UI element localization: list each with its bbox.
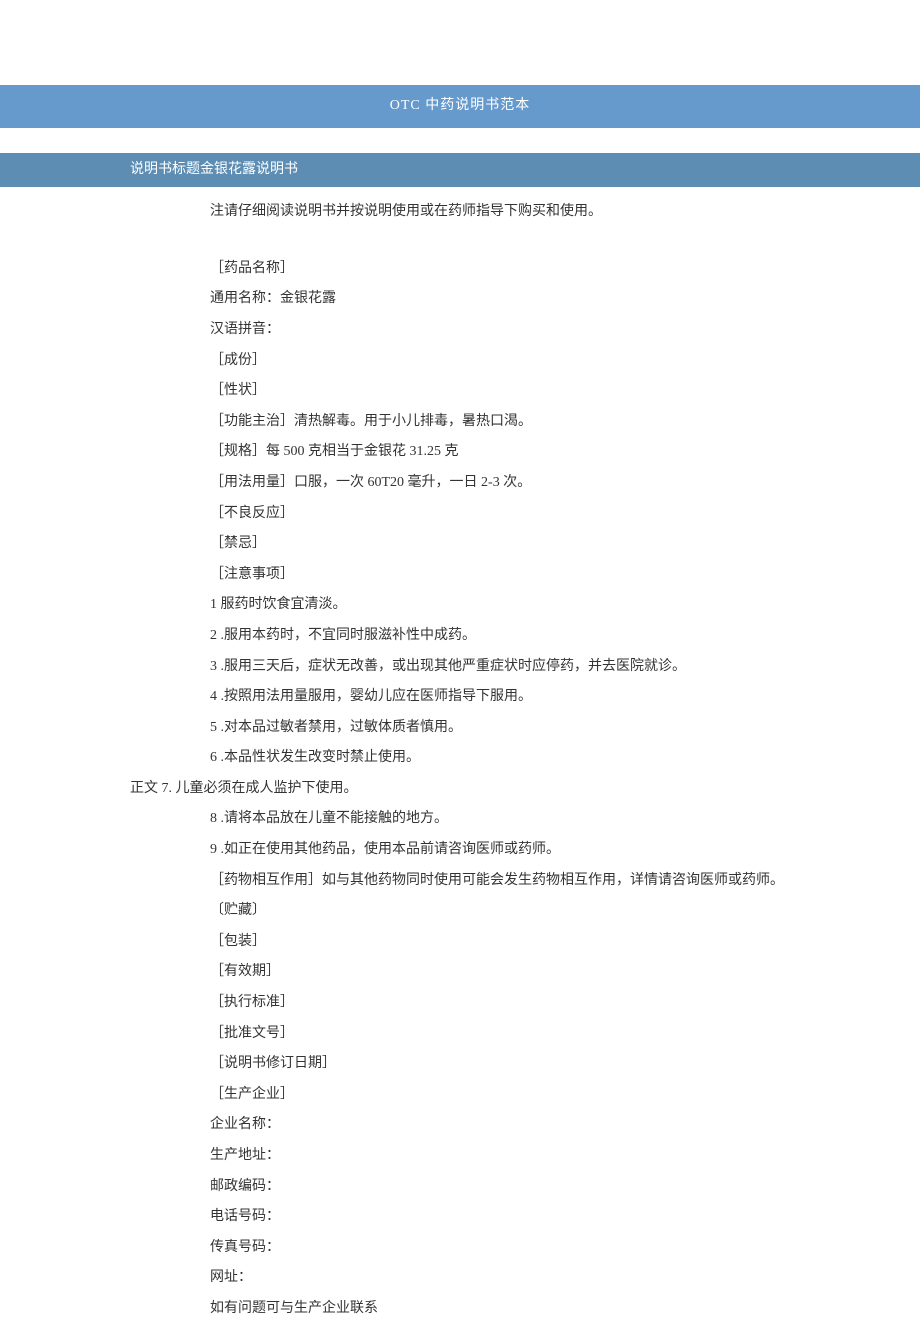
text-line: ［规格］每 500 克相当于金银花 31.25 克 — [0, 437, 920, 468]
text-line: 1 服药时饮食宜清淡。 — [0, 590, 920, 621]
text-line: ［性状］ — [0, 376, 920, 407]
text-line: ［有效期］ — [0, 957, 920, 988]
text-line: 正文 7. 儿童必须在成人监护下使用。 — [0, 774, 920, 805]
text-line: 电话号码： — [0, 1202, 920, 1233]
text-line: ［包装］ — [0, 927, 920, 958]
text-line: ［药品名称］ — [0, 254, 920, 285]
text-line: ［不良反应］ — [0, 499, 920, 530]
text-line: ［功能主治］清热解毒。用于小儿排毒，暑热口渴。 — [0, 407, 920, 438]
text-line: 4 .按照用法用量服用，婴幼儿应在医师指导下服用。 — [0, 682, 920, 713]
text-line: 如有问题可与生产企业联系 — [0, 1294, 920, 1325]
text-line: 网址： — [0, 1263, 920, 1294]
sub-header-title: 说明书标题金银花露说明书 — [130, 162, 298, 177]
text-line: ［批准文号］ — [0, 1019, 920, 1050]
text-line: 6 .本品性状发生改变时禁止使用。 — [0, 743, 920, 774]
text-line: 通用名称：金银花露 — [0, 284, 920, 315]
text-line: ［成份］ — [0, 346, 920, 377]
text-line: 传真号码： — [0, 1233, 920, 1264]
text-line: 8 .请将本品放在儿童不能接触的地方。 — [0, 804, 920, 835]
text-line: ［禁忌］ — [0, 529, 920, 560]
text-line: 5 .对本品过敏者禁用，过敏体质者慎用。 — [0, 713, 920, 744]
text-line: 3 .服用三天后，症状无改善，或出现其他严重症状时应停药，并去医院就诊。 — [0, 652, 920, 683]
document-content: 注请仔细阅读说明书并按说明使用或在药师指导下购买和使用。 ［药品名称］通用名称：金… — [0, 187, 920, 1324]
text-line: 企业名称： — [0, 1110, 920, 1141]
text-line: 邮政编码： — [0, 1172, 920, 1203]
text-line: 注请仔细阅读说明书并按说明使用或在药师指导下购买和使用。 — [0, 197, 920, 228]
text-line: 2 .服用本药时，不宜同时服滋补性中成药。 — [0, 621, 920, 652]
text-line: 9 .如正在使用其他药品，使用本品前请咨询医师或药师。 — [0, 835, 920, 866]
text-line: 〔贮藏〕 — [0, 896, 920, 927]
text-line: 汉语拼音： — [0, 315, 920, 346]
text-line: ［说明书修订日期］ — [0, 1049, 920, 1080]
text-line: ［生产企业］ — [0, 1080, 920, 1111]
header-banner: OTC 中药说明书范本 — [0, 85, 920, 128]
sub-header-banner: 说明书标题金银花露说明书 — [0, 153, 920, 188]
text-line: ［药物相互作用］如与其他药物同时使用可能会发生药物相互作用，详情请咨询医师或药师… — [0, 866, 920, 897]
text-line: ［用法用量］口服，一次 60T20 毫升，一日 2-3 次。 — [0, 468, 920, 499]
header-title: OTC 中药说明书范本 — [390, 98, 531, 113]
spacer — [0, 228, 920, 254]
text-line: ［注意事项］ — [0, 560, 920, 591]
text-line: ［执行标准］ — [0, 988, 920, 1019]
text-line: 生产地址： — [0, 1141, 920, 1172]
